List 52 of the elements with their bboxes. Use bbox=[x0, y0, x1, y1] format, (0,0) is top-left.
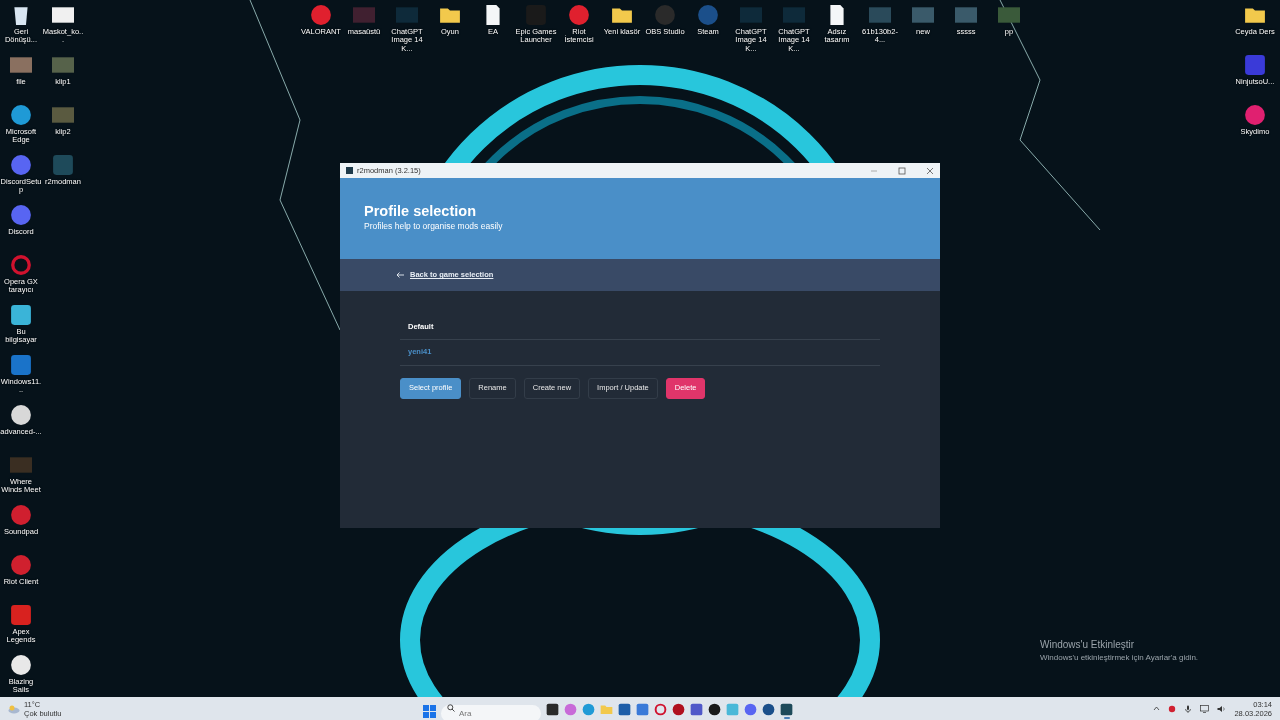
app-icon bbox=[1244, 104, 1266, 126]
activation-text: Windows'u etkinleştirmek için Ayarlar'a gidin. bbox=[1040, 652, 1199, 664]
image-thumbnail bbox=[998, 4, 1020, 26]
image-thumbnail bbox=[955, 4, 977, 26]
image-thumbnail bbox=[396, 4, 418, 26]
image-thumbnail bbox=[740, 4, 762, 26]
app-icon bbox=[10, 204, 32, 226]
app-logo-icon bbox=[346, 167, 353, 174]
image-thumbnail bbox=[52, 54, 74, 76]
cloud-icon bbox=[8, 703, 20, 714]
maximize-icon[interactable] bbox=[898, 166, 906, 175]
ring-icon bbox=[10, 254, 32, 276]
image-thumbnail bbox=[10, 454, 32, 476]
back-arrow-icon bbox=[396, 272, 404, 278]
image-thumbnail bbox=[52, 4, 74, 26]
app-icon bbox=[10, 104, 32, 126]
app-icon bbox=[654, 4, 676, 26]
image-thumbnail bbox=[869, 4, 891, 26]
app-icon[interactable] bbox=[762, 703, 775, 716]
app-icon[interactable] bbox=[780, 703, 793, 716]
app-icon bbox=[1244, 54, 1266, 76]
speaker-icon[interactable] bbox=[1217, 704, 1227, 713]
windows-start-icon[interactable] bbox=[423, 704, 436, 718]
ring-icon[interactable] bbox=[654, 703, 667, 716]
app-icon bbox=[568, 4, 590, 26]
activation-title: Windows'u Etkinleştir bbox=[1040, 638, 1135, 652]
microphone-icon[interactable] bbox=[1184, 704, 1193, 713]
image-thumbnail bbox=[10, 54, 32, 76]
chevron-up-icon[interactable] bbox=[1153, 706, 1161, 711]
app-icon bbox=[52, 154, 74, 176]
app-icon bbox=[310, 4, 332, 26]
app-icon bbox=[10, 604, 32, 626]
monitor-icon[interactable] bbox=[1200, 704, 1210, 713]
app-icon bbox=[10, 504, 32, 526]
app-icon bbox=[10, 354, 32, 376]
app-icon bbox=[10, 304, 32, 326]
page-title: Profile selection bbox=[364, 204, 477, 220]
app-icon[interactable] bbox=[546, 703, 559, 716]
app-icon[interactable] bbox=[708, 703, 721, 716]
app-icon bbox=[697, 4, 719, 26]
app-icon bbox=[10, 404, 32, 426]
page-subtitle: Profiles help to organise mods easily bbox=[364, 219, 504, 233]
app-icon bbox=[10, 554, 32, 576]
app-icon bbox=[10, 154, 32, 176]
image-thumbnail bbox=[783, 4, 805, 26]
image-thumbnail bbox=[912, 4, 934, 26]
tray-app-icon[interactable] bbox=[1168, 704, 1177, 713]
close-icon[interactable] bbox=[926, 166, 934, 175]
image-thumbnail bbox=[52, 104, 74, 126]
app-icon bbox=[10, 654, 32, 676]
search-field[interactable]: Ara bbox=[441, 705, 541, 720]
image-thumbnail bbox=[353, 4, 375, 26]
